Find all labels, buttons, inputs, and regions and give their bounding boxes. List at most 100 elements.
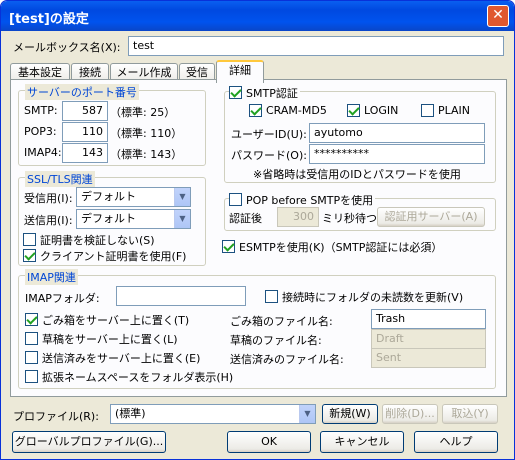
checkbox-box[interactable]: [25, 332, 38, 345]
checkbox-box[interactable]: [222, 240, 235, 253]
checkbox-box[interactable]: [229, 86, 242, 99]
pop3-port-note: （標準: 110）: [110, 127, 183, 140]
smtp-auth-label: SMTP認証: [246, 86, 298, 100]
checkbox-box[interactable]: [25, 370, 38, 383]
profile-label: プロファイル(R):: [13, 410, 99, 423]
trash-on-server-label: ごみ箱をサーバー上に置く(T): [42, 313, 190, 327]
drafts-on-server-checkbox[interactable]: 草稿をサーバー上に置く(L): [25, 331, 178, 346]
smtp-port-input[interactable]: 587: [62, 101, 108, 121]
ssl-group-title: SSL/TLS関連: [25, 171, 95, 187]
smtp-auth-note: ※省略時は受信用のIDとパスワードを使用: [253, 168, 461, 181]
password-label: パスワード(O):: [231, 149, 307, 162]
checkbox-box[interactable]: [23, 233, 36, 246]
close-icon: ✕: [492, 7, 504, 23]
checkbox-box[interactable]: [347, 104, 360, 117]
help-button[interactable]: ヘルプ: [414, 431, 498, 453]
profile-value: (標準): [115, 407, 146, 420]
plain-checkbox[interactable]: PLAIN: [421, 103, 470, 118]
ssl-send-select[interactable]: デフォルト ▼: [76, 209, 191, 229]
smtp-port-note: （標準: 25）: [110, 106, 176, 119]
tab-advanced[interactable]: 詳細: [216, 60, 264, 83]
esmtp-label: ESMTPを使用(K)（SMTP認証には必須）: [239, 240, 443, 254]
password-input[interactable]: **********: [309, 144, 485, 164]
imap-group-title: IMAP関連: [25, 269, 78, 285]
auth-server-button[interactable]: 認証用サーバー(A): [377, 207, 485, 227]
checkbox-box[interactable]: [265, 290, 278, 303]
sent-file-label: 送信済みのファイル名:: [230, 353, 344, 366]
ok-button[interactable]: OK: [227, 431, 311, 453]
checkbox-box[interactable]: [229, 193, 242, 206]
ssl-group: SSL/TLS関連 受信用(I): デフォルト ▼ 送信用(I): デフォルト …: [18, 171, 206, 266]
draft-file-label: 草稿のファイル名:: [230, 334, 322, 347]
mailbox-name-input[interactable]: test: [128, 36, 504, 56]
ssl-receive-label: 受信用(I):: [24, 192, 73, 205]
cram-md5-checkbox[interactable]: CRAM-MD5: [249, 103, 327, 118]
wait-ms-label: ミリ秒待つ: [322, 212, 377, 225]
imap4-port-input[interactable]: 143: [62, 143, 108, 163]
smtp-auth-group: SMTP認証 CRAM-MD5 LOGIN PLAIN ユーザーID(U): a…: [224, 85, 496, 183]
cram-md5-label: CRAM-MD5: [266, 104, 327, 117]
mailbox-name-label: メールボックス名(X):: [13, 41, 121, 54]
drafts-on-server-label: 草稿をサーバー上に置く(L): [42, 332, 178, 346]
imap-folder-label: IMAPフォルダ:: [25, 292, 100, 305]
login-label: LOGIN: [364, 104, 399, 117]
client-cert-checkbox[interactable]: クライアント証明書を使用(F): [23, 248, 186, 263]
wait-ms-input[interactable]: 300: [277, 207, 319, 227]
pop-before-group: POP before SMTPを使用 認証後 300 ミリ秒待つ 認証用サーバー…: [224, 192, 496, 231]
profile-select[interactable]: (標準) ▼: [110, 404, 316, 424]
global-profile-button[interactable]: グローバルプロファイル(G)...: [12, 431, 166, 453]
title-bar[interactable]: [test]の設定 ✕: [1, 1, 514, 31]
draft-file-input[interactable]: Draft: [371, 329, 486, 349]
chevron-down-icon[interactable]: ▼: [174, 210, 190, 228]
checkbox-box[interactable]: [23, 249, 36, 262]
login-checkbox[interactable]: LOGIN: [347, 103, 398, 118]
user-id-label: ユーザーID(U):: [231, 128, 307, 141]
imap4-port-label: IMAP4:: [24, 146, 62, 159]
pop-before-checkbox[interactable]: POP before SMTPを使用: [229, 192, 376, 207]
delete-profile-button[interactable]: 削除(D)...: [382, 404, 438, 424]
ssl-send-label: 送信用(I):: [24, 214, 73, 227]
ssl-send-value: デフォルト: [81, 212, 136, 225]
ssl-receive-select[interactable]: デフォルト ▼: [76, 187, 191, 207]
ports-group-title: サーバーのポート番号: [25, 84, 139, 100]
smtp-auth-checkbox[interactable]: SMTP認証: [229, 85, 300, 100]
advanced-panel: サーバーのポート番号 SMTP: 587 （標準: 25） POP3: 110 …: [10, 79, 507, 397]
checkbox-box[interactable]: [25, 351, 38, 364]
sent-file-input[interactable]: Sent: [371, 348, 486, 368]
imap-group: IMAP関連 IMAPフォルダ: 接続時にフォルダの未読数を更新(V) ごみ箱を…: [18, 269, 496, 389]
ssl-receive-value: デフォルト: [81, 190, 136, 203]
checkbox-box[interactable]: [249, 104, 262, 117]
sent-on-server-checkbox[interactable]: 送信済みをサーバー上に置く(E): [25, 350, 200, 365]
update-unread-checkbox[interactable]: 接続時にフォルダの未読数を更新(V): [265, 289, 463, 304]
new-profile-button[interactable]: 新規(W): [322, 404, 378, 424]
imap4-port-note: （標準: 143）: [110, 148, 183, 161]
window-title: [test]の設定: [9, 12, 89, 27]
settings-window: [test]の設定 ✕ メールボックス名(X): test 基本設定 接続 メー…: [0, 0, 515, 460]
ext-namespace-label: 拡張ネームスペースをフォルダ表示(H): [42, 370, 234, 384]
trash-file-input[interactable]: Trash: [371, 309, 486, 329]
ext-namespace-checkbox[interactable]: 拡張ネームスペースをフォルダ表示(H): [25, 369, 233, 384]
plain-label: PLAIN: [438, 104, 471, 117]
ports-group: サーバーのポート番号 SMTP: 587 （標準: 25） POP3: 110 …: [18, 84, 206, 166]
chevron-down-icon[interactable]: ▼: [299, 405, 315, 423]
auth-after-label: 認証後: [229, 212, 262, 225]
chevron-down-icon[interactable]: ▼: [174, 188, 190, 206]
imap-folder-input[interactable]: [116, 286, 246, 306]
esmtp-checkbox[interactable]: ESMTPを使用(K)（SMTP認証には必須）: [222, 239, 442, 254]
no-verify-checkbox[interactable]: 証明書を検証しない(S): [23, 232, 155, 247]
close-button[interactable]: ✕: [487, 5, 509, 27]
no-verify-label: 証明書を検証しない(S): [40, 233, 155, 247]
cancel-button[interactable]: キャンセル: [320, 431, 404, 453]
pop-before-label: POP before SMTPを使用: [246, 193, 374, 207]
sent-on-server-label: 送信済みをサーバー上に置く(E): [42, 351, 201, 365]
import-profile-button[interactable]: 取込(Y): [442, 404, 498, 424]
pop3-port-label: POP3:: [24, 125, 57, 138]
checkbox-box[interactable]: [421, 104, 434, 117]
smtp-port-label: SMTP:: [24, 104, 58, 117]
update-unread-label: 接続時にフォルダの未読数を更新(V): [282, 290, 464, 304]
pop3-port-input[interactable]: 110: [62, 122, 108, 142]
checkbox-box[interactable]: [25, 313, 38, 326]
trash-on-server-checkbox[interactable]: ごみ箱をサーバー上に置く(T): [25, 312, 189, 327]
user-id-input[interactable]: ayutomo: [309, 123, 485, 143]
client-cert-label: クライアント証明書を使用(F): [40, 249, 187, 263]
